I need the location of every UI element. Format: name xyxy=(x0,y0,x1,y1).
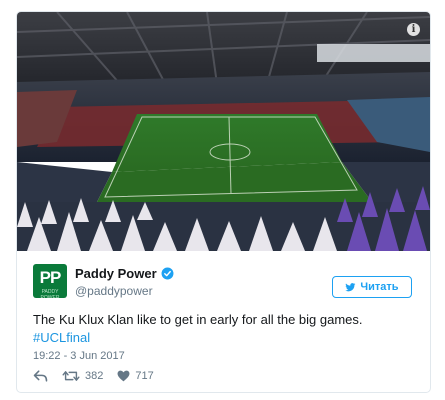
retweet-count: 382 xyxy=(85,370,104,382)
avatar-subtext: PADDY POWER xyxy=(40,289,60,298)
tweet-body: The Ku Klux Klan like to get in early fo… xyxy=(33,312,363,327)
tweet-photo[interactable]: i xyxy=(17,12,430,251)
retweet-icon xyxy=(62,371,80,381)
info-icon[interactable]: i xyxy=(407,23,420,36)
follow-button-label: Читать xyxy=(360,281,399,293)
retweet-button[interactable]: 382 xyxy=(62,370,103,382)
reply-button[interactable] xyxy=(33,370,48,382)
stadium-photo xyxy=(17,12,430,251)
tweet-card: i PP PADDY POWER Paddy Power @paddypower… xyxy=(16,11,431,393)
verified-badge-icon xyxy=(161,267,174,280)
heart-icon xyxy=(117,370,130,382)
display-name[interactable]: Paddy Power xyxy=(75,266,157,281)
like-count: 717 xyxy=(135,370,154,382)
twitter-bird-icon xyxy=(345,282,356,291)
avatar[interactable]: PP PADDY POWER xyxy=(33,264,67,298)
follow-button[interactable]: Читать xyxy=(332,276,412,298)
tweet-timestamp[interactable]: 19:22 - 3 Jun 2017 xyxy=(33,350,125,362)
hashtag-link[interactable]: #UCLfinal xyxy=(33,329,418,347)
name-row: Paddy Power xyxy=(75,266,174,281)
tweet-actions: 382 717 xyxy=(33,370,154,382)
tweet-header: PP PADDY POWER Paddy Power @paddypower Ч… xyxy=(17,251,430,311)
user-handle[interactable]: @paddypower xyxy=(75,284,153,298)
avatar-initials: PP xyxy=(39,268,62,287)
tweet-text: The Ku Klux Klan like to get in early fo… xyxy=(33,311,418,347)
reply-icon xyxy=(33,370,48,382)
like-button[interactable]: 717 xyxy=(117,370,154,382)
